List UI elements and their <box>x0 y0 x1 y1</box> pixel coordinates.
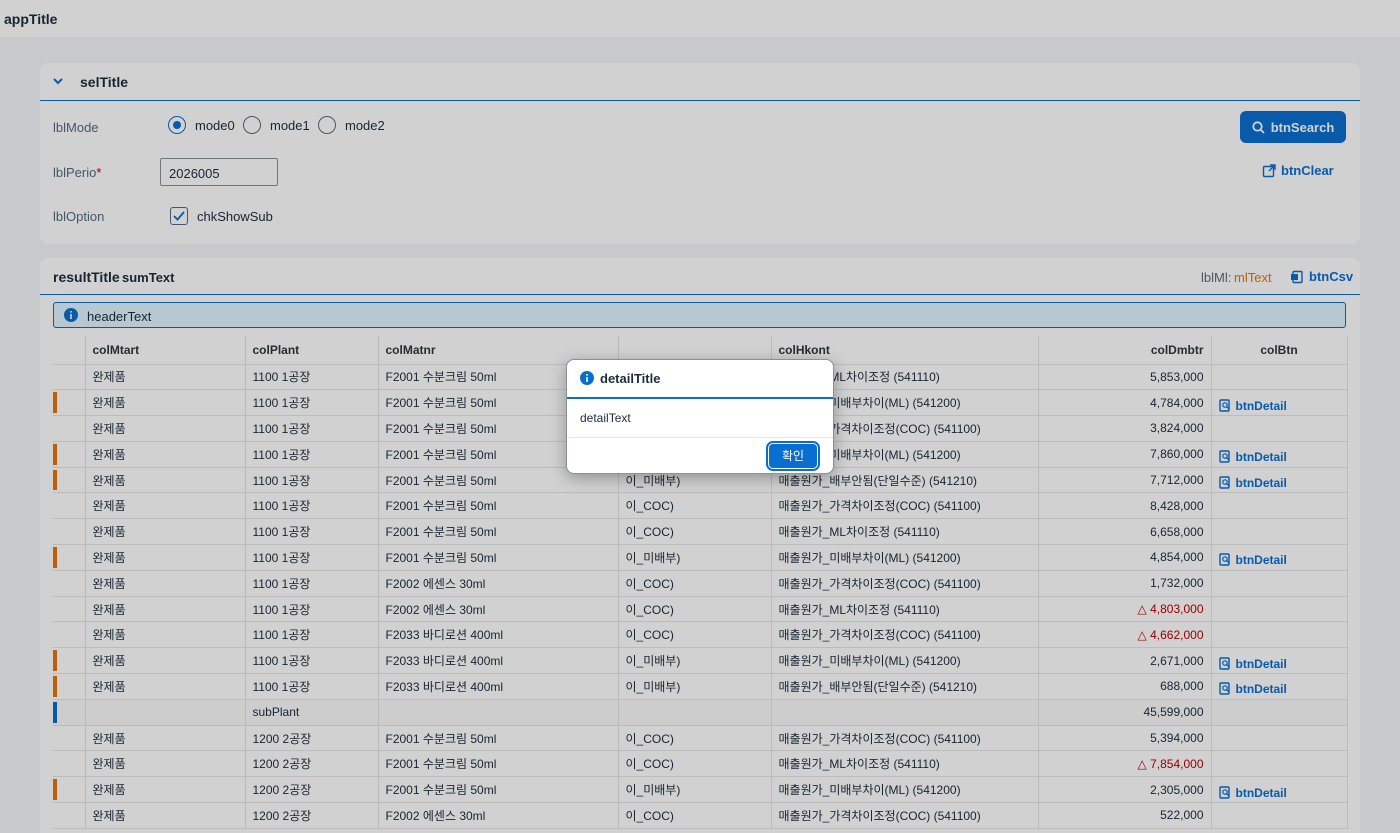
dialog-footer: 확인 <box>567 437 833 474</box>
dialog-text: detailText <box>580 411 631 425</box>
detail-dialog: detailTitle detailText 확인 <box>566 359 834 474</box>
ok-button[interactable]: 확인 <box>766 441 820 471</box>
dialog-title: detailTitle <box>600 371 661 386</box>
dialog-header: detailTitle <box>567 360 833 399</box>
info-icon <box>580 371 594 388</box>
